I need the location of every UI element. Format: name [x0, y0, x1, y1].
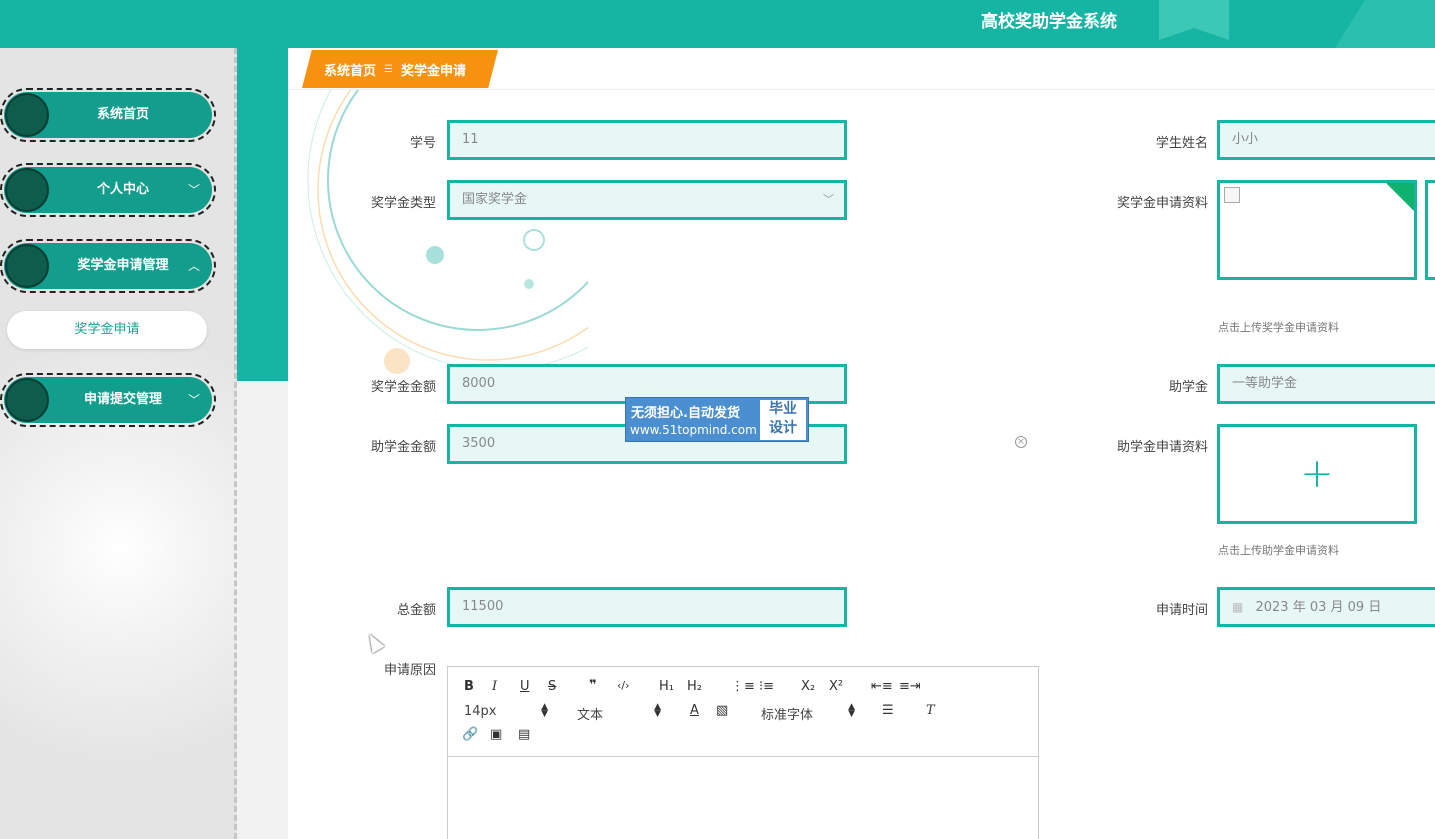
decorative-block — [237, 48, 289, 381]
heading2-button[interactable]: H₂ — [687, 679, 702, 694]
student-no-label: 学号 — [409, 136, 436, 151]
scholarship-material-hint: 点击上传奖学金申请资料 — [1218, 321, 1339, 334]
sidebar-item-label: 个人中心 — [96, 182, 149, 197]
chevron-down-icon: ﹀ — [187, 393, 200, 407]
calendar-icon: ▦ — [1232, 600, 1244, 614]
select-arrows-icon: ▲ ▼ — [848, 702, 855, 719]
link-icon[interactable]: 🔗 — [462, 727, 478, 742]
sidebar-item-label: 奖学金申请管理 — [77, 258, 169, 273]
video-icon[interactable]: ▤ — [518, 727, 530, 742]
subscript-button[interactable]: X₂ — [801, 679, 815, 694]
strike-button[interactable]: S — [548, 679, 556, 694]
main-content: 学号 11 学生姓名 小小 奖学金类型 国家奖学金 ﹀ 奖学金申请资料 点击上传… — [288, 90, 1435, 839]
italic-button[interactable]: I — [492, 679, 497, 694]
quote-icon[interactable]: ❞ — [589, 678, 597, 693]
total-label: 总金额 — [396, 603, 436, 618]
breadcrumb-bar: 系统首页 ☰ 奖学金申请 — [288, 48, 1435, 90]
watermark-side-line2: 设计 — [769, 420, 797, 436]
scholarship-type-label: 奖学金类型 — [370, 196, 436, 211]
sidebar-item-label: 系统首页 — [96, 107, 149, 122]
image-icon[interactable]: ▣ — [490, 727, 502, 742]
sidebar-subitem-scholarship-apply[interactable]: 奖学金申请 — [7, 311, 207, 349]
chevron-up-icon: ︿ — [187, 259, 200, 273]
menu-knob-icon — [5, 244, 49, 288]
breadcrumb: 系统首页 ☰ 奖学金申请 — [302, 50, 498, 88]
heading1-button[interactable]: H₁ — [659, 679, 674, 694]
corner-badge-icon — [1386, 183, 1414, 211]
watermark-line2: www.51topmind.com — [630, 423, 757, 437]
grant-input[interactable]: 一等助学金 — [1217, 364, 1435, 404]
apply-time-value: 2023 年 03 月 09 日 — [1255, 600, 1382, 615]
superscript-button[interactable]: X² — [829, 679, 843, 694]
apply-time-label: 申请时间 — [1155, 603, 1208, 618]
clear-format-icon[interactable]: T — [926, 703, 935, 718]
grant-material-hint: 点击上传助学金申请资料 — [1218, 544, 1339, 557]
sidebar-item-personal-center[interactable]: 个人中心 ﹀ — [0, 163, 216, 217]
plus-icon: + — [1300, 451, 1334, 497]
menu-knob-icon — [5, 168, 49, 212]
select-arrows-icon: ▲ ▼ — [541, 702, 548, 719]
underline-button[interactable]: U — [520, 679, 530, 694]
scholarship-material-upload[interactable] — [1217, 180, 1417, 280]
grant-amount-label: 助学金金额 — [370, 440, 436, 455]
ordered-list-icon[interactable]: ⋮≡ — [731, 679, 755, 694]
app-title: 高校奖助学金系统 — [981, 12, 1117, 32]
sidebar-item-label: 申请提交管理 — [83, 392, 162, 407]
menu-knob-icon — [5, 93, 49, 137]
editor-toolbar: B I U S ❞ ‹/› H₁ H₂ ⋮≡ ⁝≡ X₂ X² ⇤≡ ≡⇥ 14… — [448, 667, 1038, 757]
text-color-icon[interactable]: A — [690, 703, 699, 718]
grant-material-label: 助学金申请资料 — [1116, 440, 1208, 455]
student-no-input[interactable]: 11 — [447, 120, 847, 160]
font-size-select[interactable]: 14px ▲ ▼ — [464, 702, 548, 720]
scholarship-material-upload-2[interactable] — [1425, 180, 1435, 280]
scholarship-material-label: 奖学金申请资料 — [1116, 196, 1208, 211]
sidebar: 系统首页 个人中心 ﹀ 奖学金申请管理 ︿ 奖学金申请 申请提交管理 ﹀ — [0, 48, 237, 839]
font-family-select[interactable]: 标准字体 ▲ ▼ — [761, 702, 855, 724]
sidebar-item-scholarship-management[interactable]: 奖学金申请管理 ︿ — [0, 239, 216, 293]
background-color-icon[interactable]: ▧ — [716, 703, 728, 718]
scholarship-amount-label: 奖学金金额 — [370, 380, 436, 395]
scholarship-type-value: 国家奖学金 — [462, 192, 528, 207]
watermark-side: 毕业 设计 — [760, 400, 806, 440]
editor-content-area[interactable] — [448, 757, 1038, 839]
font-family-value: 标准字体 — [761, 708, 814, 723]
outdent-icon[interactable]: ⇤≡ — [871, 679, 893, 694]
watermark-overlay: 无须担心.自动发货 www.51topmind.com 毕业 设计 — [625, 397, 809, 442]
select-arrows-icon: ▲ ▼ — [654, 702, 661, 719]
reason-label: 申请原因 — [383, 663, 436, 678]
clear-circle-icon[interactable]: × — [1015, 436, 1027, 448]
sidebar-item-home[interactable]: 系统首页 — [0, 88, 216, 142]
top-header: 高校奖助学金系统 — [0, 0, 1435, 48]
total-input[interactable]: 11500 — [447, 587, 847, 627]
bullet-list-icon[interactable]: ⁝≡ — [759, 679, 774, 694]
chevron-down-icon: ﹀ — [823, 193, 834, 206]
code-icon[interactable]: ‹/› — [617, 679, 630, 692]
grant-material-upload[interactable]: + — [1217, 424, 1417, 524]
format-select[interactable]: 文本 ▲ ▼ — [577, 702, 661, 724]
font-size-value: 14px — [464, 704, 497, 719]
bold-button[interactable]: B — [464, 679, 474, 694]
apply-time-picker[interactable]: ▦ 2023 年 03 月 09 日 — [1217, 587, 1435, 627]
scholarship-type-select[interactable]: 国家奖学金 ﹀ — [447, 180, 847, 220]
student-name-label: 学生姓名 — [1155, 136, 1208, 151]
menu-knob-icon — [5, 378, 49, 422]
student-name-input[interactable]: 小小 — [1217, 120, 1435, 160]
header-decoration — [1335, 0, 1435, 48]
sidebar-item-submission-management[interactable]: 申请提交管理 ﹀ — [0, 373, 216, 427]
breadcrumb-home[interactable]: 系统首页 — [324, 60, 376, 79]
header-ribbon — [1159, 0, 1229, 40]
watermark-line1: 无须担心.自动发货 — [631, 406, 740, 421]
align-left-icon[interactable]: ☰ — [882, 703, 894, 718]
indent-icon[interactable]: ≡⇥ — [899, 679, 921, 694]
grant-label: 助学金 — [1168, 380, 1208, 395]
chevron-down-icon: ﹀ — [187, 183, 200, 197]
rich-text-editor: B I U S ❞ ‹/› H₁ H₂ ⋮≡ ⁝≡ X₂ X² ⇤≡ ≡⇥ 14… — [447, 666, 1039, 839]
watermark-side-line1: 毕业 — [769, 401, 797, 417]
format-value: 文本 — [577, 708, 604, 723]
breadcrumb-current: 奖学金申请 — [400, 63, 466, 79]
breadcrumb-separator-icon: ☰ — [384, 63, 393, 75]
broken-image-icon — [1224, 187, 1240, 203]
